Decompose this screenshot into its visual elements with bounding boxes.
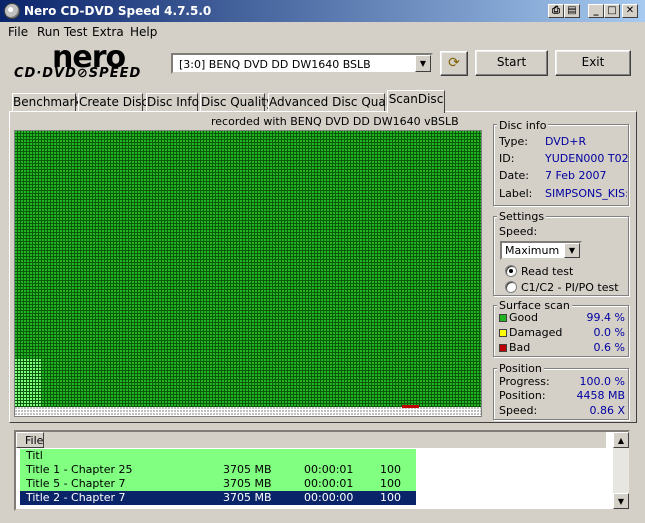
list-item-time: 00:00:00 [304, 491, 354, 504]
title-bar[interactable]: Nero CD-DVD Speed 4.7.5.0 ⎙ ▤ _ □ ✕ [0, 0, 645, 22]
read-test-radio[interactable] [505, 265, 517, 277]
scan-bad-region [402, 405, 419, 408]
scan-unscanned-cells [15, 407, 481, 416]
scan-map [14, 130, 482, 417]
menu-extra[interactable]: Extra [92, 25, 124, 39]
good-label: Good [509, 311, 538, 324]
list-header-blank [44, 432, 606, 448]
type-value: DVD+R [545, 135, 587, 148]
damaged-label: Damaged [509, 326, 563, 339]
tab-advanced-disc-quality[interactable]: Advanced Disc Quality [268, 93, 404, 112]
date-value: 7 Feb 2007 [545, 169, 607, 182]
list-item-name: Title 1 - Chapter 25 [26, 463, 133, 476]
progress-value: 100.0 % [579, 375, 625, 388]
tab-create-disc[interactable]: Create Disc [78, 93, 148, 112]
scroll-down-icon[interactable]: ▼ [613, 493, 629, 509]
type-label: Type: [499, 135, 528, 148]
tab-benchmark[interactable]: Benchmark [12, 93, 81, 112]
list-item-name: Title 2 - Chapter 7 [26, 491, 126, 504]
list-item-time: 00:00:01 [304, 463, 354, 476]
close-button[interactable]: ✕ [622, 4, 638, 18]
disc-info-title: Disc info [497, 119, 549, 132]
list-scrollbar[interactable]: ▲ ▼ [613, 432, 629, 509]
tab-disc-info[interactable]: Disc Info [146, 93, 199, 112]
speed-select[interactable]: Maximum ▼ [500, 241, 582, 260]
list-item-size: 3705 MB [223, 491, 272, 504]
chevron-down-icon[interactable]: ▼ [415, 55, 431, 72]
list-item-value: 100 [380, 477, 401, 490]
bad-label: Bad [509, 341, 531, 354]
position-speed-label: Speed: [499, 404, 538, 417]
position-speed-value: 0.86 X [589, 404, 625, 417]
list-item-time: 00:00:01 [304, 477, 354, 490]
refresh-drive-button[interactable]: ⟳ [440, 51, 468, 76]
list-item-size: 3705 MB [223, 477, 272, 490]
window-title: Nero CD-DVD Speed 4.7.5.0 [24, 4, 212, 18]
settings-title: Settings [497, 210, 547, 223]
list-item-name: Title 5 - Chapter 7 [26, 477, 126, 490]
minimize-button[interactable]: _ [588, 4, 604, 18]
start-button[interactable]: Start [475, 50, 548, 76]
position-value: 4458 MB [576, 389, 625, 402]
c1c2-test-radio[interactable] [505, 281, 517, 293]
speed-label: Speed: [499, 225, 538, 238]
list-item-value: 100 [380, 463, 401, 476]
tab-scandisc[interactable]: ScanDisc [387, 90, 445, 113]
position-label: Position: [499, 389, 546, 402]
progress-label: Progress: [499, 375, 550, 388]
id-value: YUDEN000 T02 [545, 152, 629, 165]
scan-partial-region [15, 359, 42, 407]
save-icon[interactable]: ▤ [564, 4, 580, 18]
drive-select[interactable]: [3:0] BENQ DVD DD DW1640 BSLB ▼ [171, 53, 433, 74]
bad-swatch [499, 344, 507, 352]
scan-good-region [15, 131, 481, 407]
menu-run-test[interactable]: Run Test [37, 25, 87, 39]
bad-value: 0.6 % [593, 341, 625, 354]
label-value: SIMPSONS_KIS: [545, 187, 627, 200]
tab-disc-quality[interactable]: Disc Quality [200, 93, 273, 112]
menu-bar: File Run Test Extra Help [0, 22, 645, 41]
list-header-file[interactable]: File [16, 432, 44, 448]
id-label: ID: [499, 152, 515, 165]
c1c2-test-label: C1/C2 - PI/PO test [521, 281, 619, 294]
scroll-up-icon[interactable]: ▲ [613, 432, 629, 448]
damaged-value: 0.0 % [593, 326, 625, 339]
speed-select-value: Maximum [505, 244, 560, 257]
good-swatch [499, 314, 507, 322]
good-value: 99.4 % [586, 311, 625, 324]
list-item-selected[interactable]: Title 2 - Chapter 7 3705 MB 00:00:00 100 [20, 491, 416, 505]
read-test-label: Read test [521, 265, 574, 278]
list-item-value: 100 [380, 491, 401, 504]
list-item[interactable]: Title 1 - Chapter 25 3705 MB 00:00:01 10… [20, 463, 416, 477]
chevron-down-icon[interactable]: ▼ [564, 243, 580, 258]
label-label: Label: [499, 187, 533, 200]
refresh-icon: ⟳ [448, 55, 460, 71]
exit-button[interactable]: Exit [555, 50, 631, 76]
cd-dvd-speed-logo: CD·DVD⊘SPEED [14, 66, 142, 81]
drive-select-value: [3:0] BENQ DVD DD DW1640 BSLB [179, 58, 371, 71]
maximize-button[interactable]: □ [604, 4, 620, 18]
recorded-with-text: recorded with BENQ DVD DD DW1640 vBSLB [211, 115, 459, 128]
app-disc-icon [4, 3, 20, 19]
list-header-label: File [25, 434, 44, 447]
help-icon[interactable]: ⎙ [548, 4, 564, 18]
date-label: Date: [499, 169, 529, 182]
scan-grid [15, 131, 481, 416]
list-item-size: 3705 MB [223, 463, 272, 476]
damaged-swatch [499, 329, 507, 337]
menu-help[interactable]: Help [130, 25, 157, 39]
file-list[interactable]: File Titl Title 1 - Chapter 25 3705 MB 0… [14, 430, 630, 511]
menu-file[interactable]: File [8, 25, 28, 39]
list-item[interactable]: Title 5 - Chapter 7 3705 MB 00:00:01 100 [20, 477, 416, 491]
position-title: Position [497, 362, 544, 375]
